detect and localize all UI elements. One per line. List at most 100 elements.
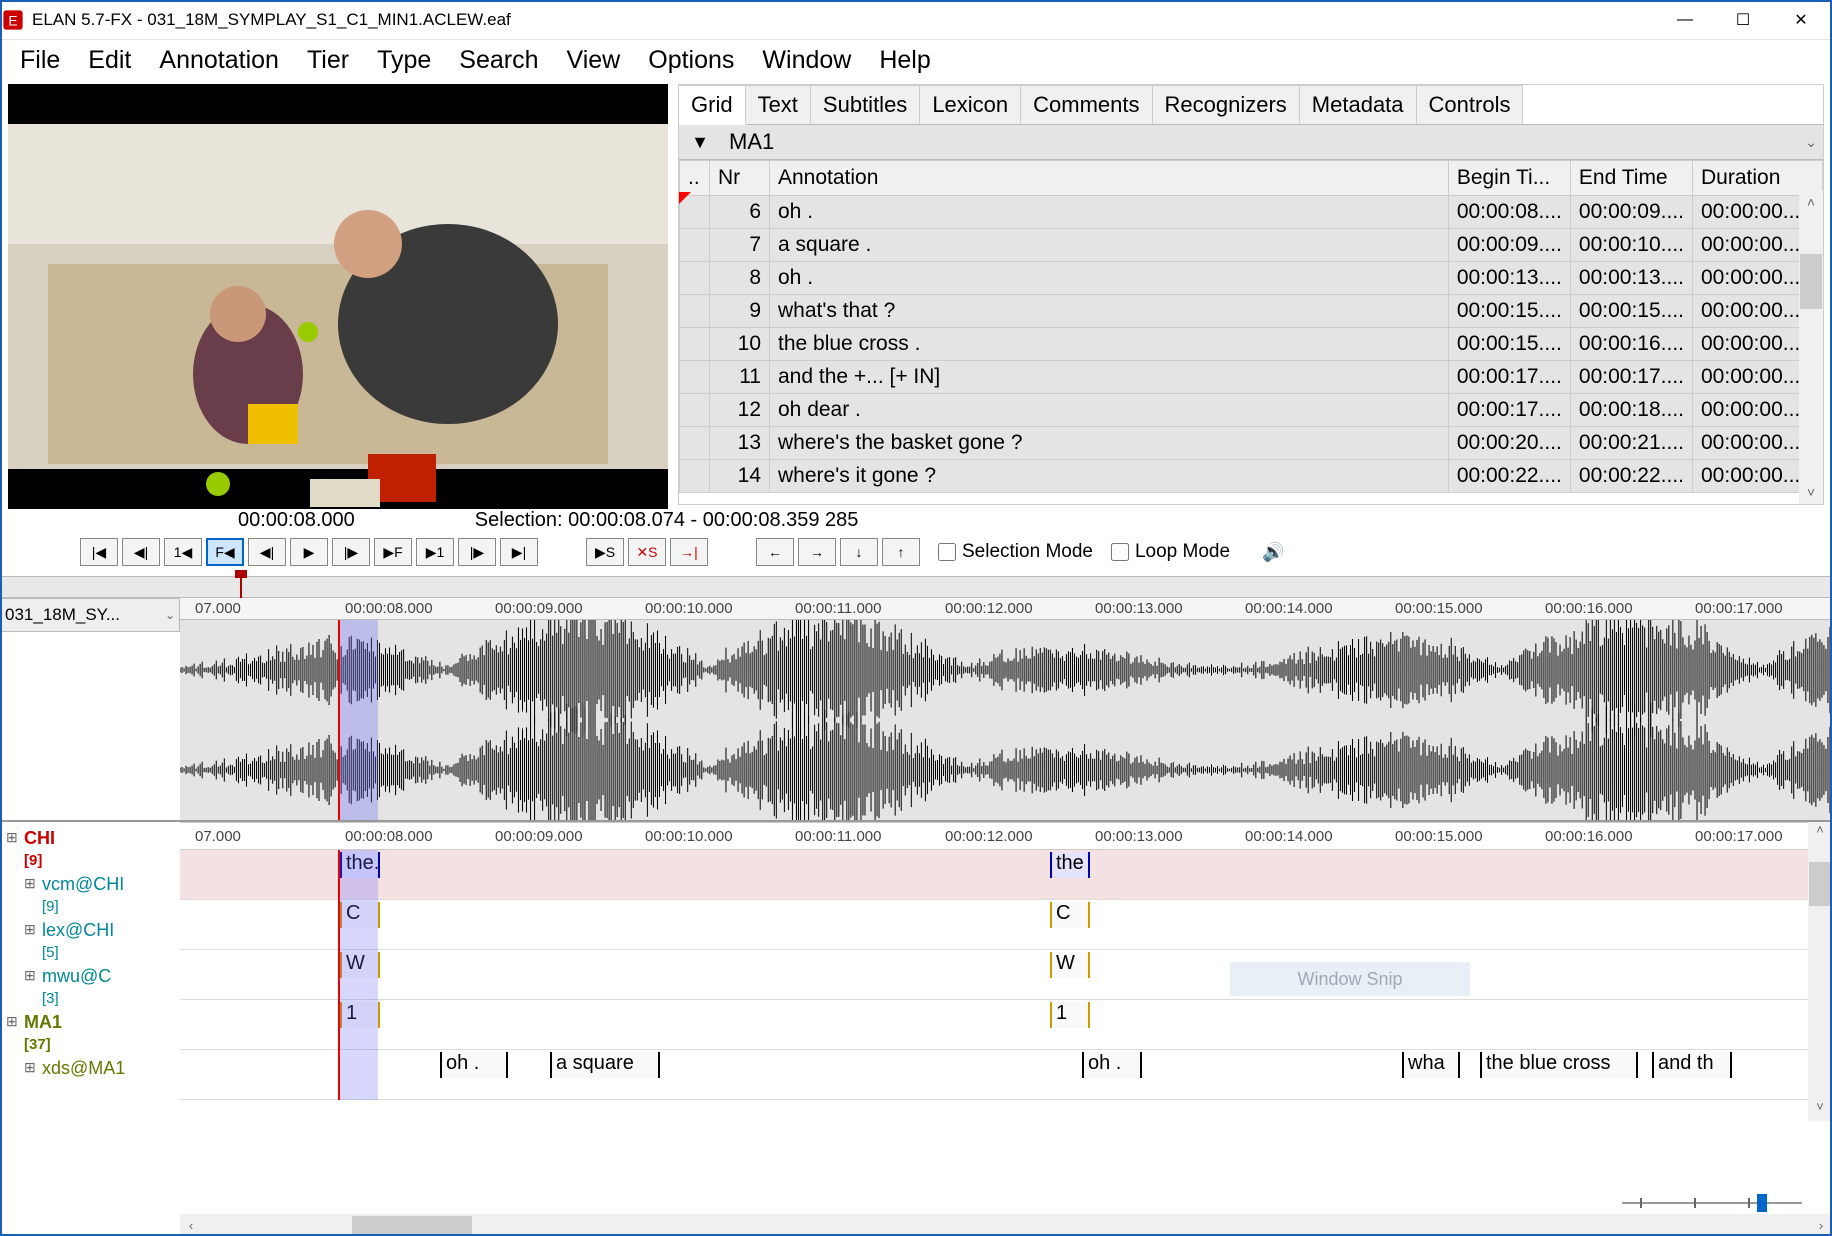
menu-help[interactable]: Help (865, 40, 944, 81)
minimize-button[interactable]: — (1656, 1, 1714, 39)
close-button[interactable]: ✕ (1772, 1, 1830, 39)
prev-frame-button[interactable]: 1◀ (164, 538, 202, 566)
col-end[interactable]: End Time (1570, 161, 1692, 196)
next-pixel-button[interactable]: ▶F (374, 538, 412, 566)
sel-left-button[interactable]: ← (756, 538, 794, 566)
grid-row[interactable]: 8oh .00:00:13....00:00:13....00:00:00...… (680, 262, 1823, 295)
grid-row[interactable]: 14where's it gone ?00:00:22....00:00:22.… (680, 460, 1823, 493)
menu-options[interactable]: Options (634, 40, 748, 81)
grid-row[interactable]: 10the blue cross .00:00:15....00:00:16..… (680, 328, 1823, 361)
tier-row[interactable]: WW (180, 950, 1832, 1000)
next-frame-button[interactable]: ▶1 (416, 538, 454, 566)
clear-selection-button[interactable]: ✕S (628, 538, 666, 566)
tier-row[interactable]: 11 (180, 1000, 1832, 1050)
loop-mode-checkbox[interactable]: Loop Mode (1111, 541, 1230, 563)
tab-controls[interactable]: Controls (1417, 85, 1524, 124)
menu-edit[interactable]: Edit (74, 40, 145, 81)
grid-scrollbar[interactable]: ˄ ˅ (1799, 190, 1823, 504)
scroll-thumb[interactable] (1800, 254, 1822, 309)
tab-grid[interactable]: Grid (679, 85, 746, 125)
overview-ruler[interactable] (0, 576, 1832, 598)
tier-row[interactable]: oh . a square oh . wha the blue cross and th (180, 1050, 1832, 1100)
annotation[interactable]: W (1050, 952, 1090, 978)
annotation[interactable]: wha (1402, 1052, 1460, 1078)
grid-row[interactable]: 7a square .00:00:09....00:00:10....00:00… (680, 229, 1823, 262)
scroll-down-icon[interactable]: ˅ (1803, 480, 1819, 504)
grid-row[interactable]: 11and the +... [+ IN]00:00:17....00:00:1… (680, 361, 1823, 394)
waveform-timeruler[interactable]: 07.00000:00:08.00000:00:09.00000:00:10.0… (180, 598, 1832, 620)
play-around-button[interactable]: →| (670, 538, 708, 566)
tier-node-lex@CHI[interactable]: lex@CHI[5] (4, 918, 176, 964)
grid-row[interactable]: 13where's the basket gone ?00:00:20....0… (680, 427, 1823, 460)
play-button[interactable]: ▶ (290, 538, 328, 566)
tier-row[interactable]: CC (180, 900, 1832, 950)
next-sec-button[interactable]: |▶ (332, 538, 370, 566)
grid-row[interactable]: 6oh .00:00:08....00:00:09....00:00:00...… (680, 196, 1823, 229)
tab-subtitles[interactable]: Subtitles (811, 85, 920, 124)
col-annotation[interactable]: Annotation (770, 161, 1449, 196)
sel-down-button[interactable]: ↓ (840, 538, 878, 566)
tier-timeruler[interactable]: 07.00000:00:08.00000:00:09.00000:00:10.0… (180, 822, 1832, 850)
annotation[interactable]: C (1050, 902, 1090, 928)
scroll-up-icon[interactable]: ˄ (1803, 190, 1819, 214)
sel-up-button[interactable]: ↑ (882, 538, 920, 566)
maximize-button[interactable]: ☐ (1714, 1, 1772, 39)
tier-vscroll[interactable]: ˄˅ (1808, 822, 1832, 1121)
speaker-icon[interactable]: 🔊 (1262, 542, 1286, 562)
prev-pixel-button[interactable]: F◀ (206, 538, 244, 566)
tab-text[interactable]: Text (746, 85, 811, 124)
sel-right-button[interactable]: → (798, 538, 836, 566)
menu-type[interactable]: Type (363, 40, 445, 81)
waveform-selection (340, 620, 378, 820)
annotation[interactable]: oh . (1082, 1052, 1142, 1078)
menu-tier[interactable]: Tier (293, 40, 363, 81)
annotation[interactable]: the blue cross (1480, 1052, 1638, 1078)
tier-dropdown[interactable]: ▼ MA1 ⌄ (679, 125, 1823, 160)
transport-controls: |◀ ◀| 1◀ F◀ ◀| ▶ |▶ ▶F ▶1 |▶ ▶| ▶S ✕S →|… (0, 532, 1832, 572)
wave-file-dropdown[interactable]: 031_18M_SY... ⌄ (0, 598, 180, 632)
waveform-viewer[interactable] (180, 620, 1832, 820)
next-scroll-button[interactable]: |▶ (458, 538, 496, 566)
tab-lexicon[interactable]: Lexicon (920, 85, 1021, 124)
goto-begin-button[interactable]: |◀ (80, 538, 118, 566)
tier-rows[interactable]: the.theCCWW11oh . a square oh . wha the blue… (180, 850, 1832, 1100)
tier-node-mwu@C[interactable]: mwu@C[3] (4, 964, 176, 1010)
tier-row[interactable]: the.the (180, 850, 1832, 900)
tab-recognizers[interactable]: Recognizers (1153, 85, 1300, 124)
play-selection-button[interactable]: ▶S (586, 538, 624, 566)
goto-end-button[interactable]: ▶| (500, 538, 538, 566)
tick-label: 00:00:09.000 (495, 828, 583, 845)
prev-scroll-button[interactable]: ◀| (122, 538, 160, 566)
prev-sec-button[interactable]: ◀| (248, 538, 286, 566)
zoom-slider[interactable] (1622, 1194, 1802, 1212)
video-viewer[interactable] (8, 84, 668, 509)
annotation[interactable]: the (1050, 852, 1090, 878)
col-dots[interactable]: .. (680, 161, 710, 196)
tier-playhead[interactable] (338, 850, 340, 1100)
col-begin[interactable]: Begin Ti... (1448, 161, 1570, 196)
tier-node-CHI[interactable]: CHI[9] (4, 826, 176, 872)
annotation[interactable]: oh . (440, 1052, 508, 1078)
tier-node-MA1[interactable]: MA1[37] (4, 1010, 176, 1056)
tier-hscroll[interactable]: ‹ › (180, 1214, 1832, 1236)
menu-annotation[interactable]: Annotation (145, 40, 293, 81)
tab-comments[interactable]: Comments (1021, 85, 1152, 124)
selection-mode-checkbox[interactable]: Selection Mode (938, 541, 1093, 563)
annotation[interactable]: and th (1652, 1052, 1732, 1078)
menu-search[interactable]: Search (445, 40, 552, 81)
grid-row[interactable]: 12oh dear .00:00:17....00:00:18....00:00… (680, 394, 1823, 427)
tier-tree[interactable]: CHI[9]vcm@CHI[9]lex@CHI[5]mwu@C[3]MA1[37… (0, 822, 180, 1141)
annotation[interactable]: 1 (1050, 1002, 1090, 1028)
tick-label: 00:00:15.000 (1395, 600, 1483, 617)
annotation-grid[interactable]: .. Nr Annotation Begin Ti... End Time Du… (679, 160, 1823, 504)
annotation[interactable]: a square (550, 1052, 660, 1078)
menu-file[interactable]: File (6, 40, 74, 81)
menu-view[interactable]: View (553, 40, 635, 81)
grid-row[interactable]: 9what's that ?00:00:15....00:00:15....00… (680, 295, 1823, 328)
col-nr[interactable]: Nr (710, 161, 770, 196)
waveform-playhead[interactable] (338, 620, 340, 820)
tier-node-xds@MA1[interactable]: xds@MA1 (4, 1056, 176, 1081)
tab-metadata[interactable]: Metadata (1300, 85, 1417, 124)
tier-node-vcm@CHI[interactable]: vcm@CHI[9] (4, 872, 176, 918)
menu-window[interactable]: Window (748, 40, 865, 81)
